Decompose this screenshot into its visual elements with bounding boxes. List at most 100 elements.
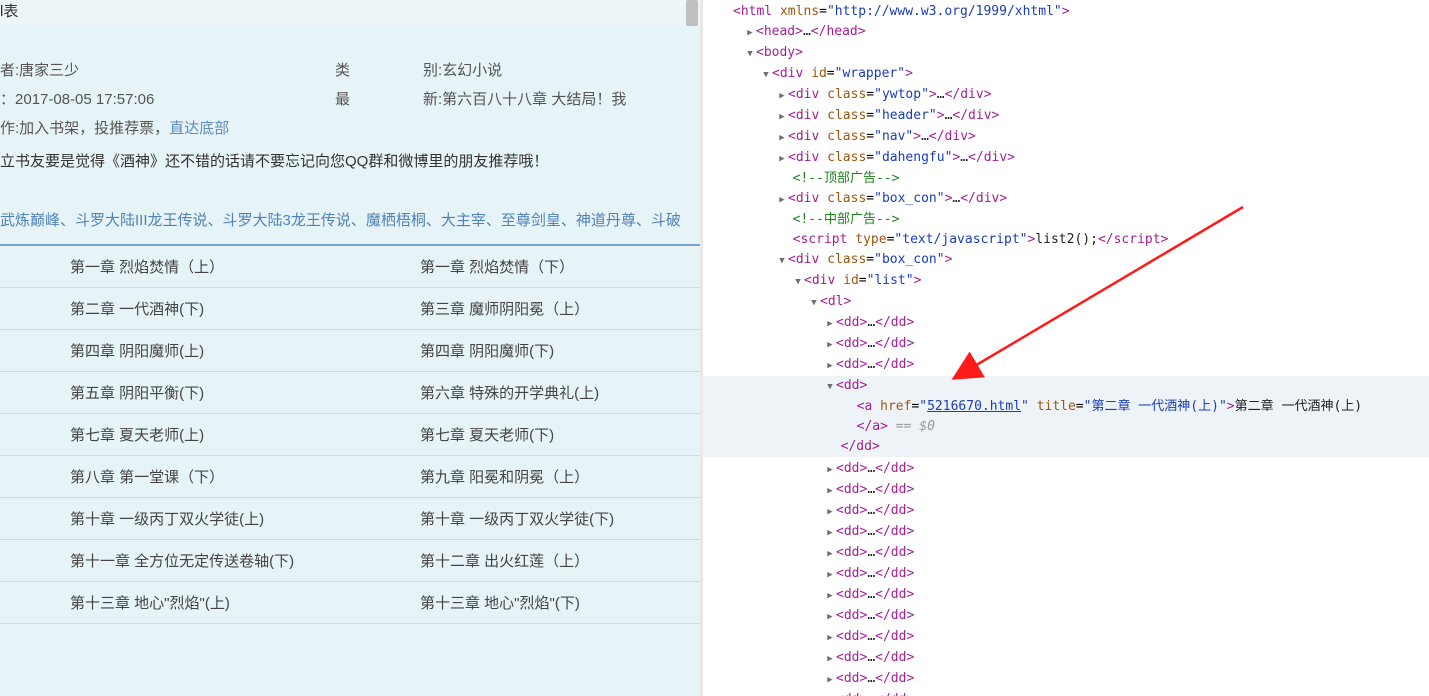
collapse-icon[interactable]: ▼ — [761, 65, 771, 85]
dom-node[interactable]: ▼<div class="box_con"> — [733, 250, 1429, 271]
chapter-link[interactable]: 第九章 阳冕和阴冕（上） — [350, 456, 700, 497]
expand-icon[interactable]: ▶ — [825, 565, 835, 585]
category-label-r: 别: — [423, 62, 442, 79]
dom-node[interactable]: ▶<dd>…</dd> — [733, 313, 1429, 334]
expand-icon[interactable]: ▶ — [825, 649, 835, 669]
chapter-link[interactable]: 第七章 夏天老师(上) — [0, 414, 350, 455]
content-panel: l表 者:唐家三少 类别:玄幻小说 ：2017-08-05 17:57:06 最… — [0, 0, 700, 696]
chapter-row: 第十章 一级丙丁双火学徒(上)第十章 一级丙丁双火学徒(下) — [0, 498, 700, 540]
dom-node[interactable]: ▼<div id="list"> — [733, 271, 1429, 292]
chapter-link[interactable]: 第一章 烈焰焚情（上） — [0, 246, 350, 287]
chapter-row: 第五章 阴阳平衡(下)第六章 特殊的开学典礼(上) — [0, 372, 700, 414]
chapter-link[interactable]: 第四章 阴阳魔师(下) — [350, 330, 700, 371]
expand-icon[interactable]: ▶ — [825, 481, 835, 501]
author-value: 唐家三少 — [19, 62, 79, 79]
expand-icon[interactable]: ▶ — [777, 86, 787, 106]
href-link[interactable]: 5216670.html — [927, 399, 1021, 414]
chapter-link[interactable]: 第四章 阴阳魔师(上) — [0, 330, 350, 371]
expand-icon[interactable]: ▶ — [825, 314, 835, 334]
dom-node[interactable]: ▶<dd>…</dd> — [733, 690, 1429, 696]
expand-icon[interactable]: ▶ — [825, 335, 835, 355]
dom-node[interactable]: ▼<dl> — [733, 292, 1429, 313]
chapter-link[interactable]: 第七章 夏天老师(下) — [350, 414, 700, 455]
dom-node[interactable]: ▶<div class="nav">…</div> — [733, 127, 1429, 148]
author-label: 者: — [0, 62, 19, 79]
collapse-icon[interactable]: ▼ — [777, 251, 787, 271]
expand-icon[interactable]: ▶ — [825, 670, 835, 690]
action-links[interactable]: 加入书架，投推荐票， — [19, 120, 169, 137]
expand-icon[interactable]: ▶ — [825, 586, 835, 606]
dom-node[interactable]: ▶<div class="ywtop">…</div> — [733, 85, 1429, 106]
dom-node[interactable]: ▶<dd>…</dd> — [733, 480, 1429, 501]
chapter-row: 第十一章 全方位无定传送卷轴(下)第十二章 出火红莲（上） — [0, 540, 700, 582]
category-value: 玄幻小说 — [442, 62, 502, 79]
collapse-icon[interactable]: ▼ — [809, 293, 819, 313]
chapter-link[interactable]: 第十三章 地心"烈焰"(上) — [0, 582, 350, 623]
dom-node[interactable]: ▶<dd>…</dd> — [733, 543, 1429, 564]
expand-icon[interactable]: ▶ — [777, 128, 787, 148]
dom-node[interactable]: ▶<dd>…</dd> — [733, 355, 1429, 376]
dom-node[interactable]: <script type="text/javascript">list2();<… — [733, 230, 1429, 250]
dom-node[interactable]: ▶<head>…</head> — [733, 22, 1429, 43]
dom-node[interactable]: ▶<dd>…</dd> — [733, 585, 1429, 606]
chapter-link[interactable]: 第五章 阴阳平衡(下) — [0, 372, 350, 413]
collapse-icon[interactable]: ▼ — [793, 272, 803, 292]
dom-node[interactable]: <html xmlns="http://www.w3.org/1999/xhtm… — [733, 2, 1429, 22]
chapter-link[interactable]: 第十三章 地心"烈焰"(下) — [350, 582, 700, 623]
partial-title: l表 — [0, 0, 700, 25]
dom-node[interactable]: ▼<body> — [733, 43, 1429, 64]
dom-node[interactable]: ▶<dd>…</dd> — [733, 606, 1429, 627]
expand-icon[interactable]: ▶ — [825, 544, 835, 564]
dom-node[interactable]: ▶<dd>…</dd> — [733, 648, 1429, 669]
scrollbar-thumb[interactable] — [686, 0, 698, 26]
dom-node[interactable]: ▶<dd>…</dd> — [733, 627, 1429, 648]
chapter-link[interactable]: 第一章 烈焰焚情（下） — [350, 246, 700, 287]
dom-node[interactable]: ▶<dd>…</dd> — [733, 522, 1429, 543]
expand-icon[interactable]: ▶ — [777, 149, 787, 169]
chapter-link[interactable]: 第十章 一级丙丁双火学徒(上) — [0, 498, 350, 539]
expand-icon[interactable]: ▶ — [825, 502, 835, 522]
expand-icon[interactable]: ▶ — [777, 190, 787, 210]
dom-comment: <!--顶部广告--> — [733, 169, 1429, 189]
time-prefix: ： — [0, 91, 15, 108]
collapse-icon[interactable]: ▼ — [825, 377, 835, 397]
action-goto-bottom[interactable]: 直达底部 — [169, 120, 229, 137]
chapter-link[interactable]: 第二章 一代酒神(下) — [0, 288, 350, 329]
expand-icon[interactable]: ▶ — [825, 691, 835, 696]
expand-icon[interactable]: ▶ — [825, 523, 835, 543]
meta-section: 者:唐家三少 类别:玄幻小说 ：2017-08-05 17:57:06 最新:第… — [0, 25, 700, 142]
dom-node[interactable]: ▶<div class="header">…</div> — [733, 106, 1429, 127]
chapter-link[interactable]: 第十二章 出火红莲（上） — [350, 540, 700, 581]
chapter-link[interactable]: 第三章 魔师阴阳冕（上） — [350, 288, 700, 329]
dom-comment: <!--中部广告--> — [733, 210, 1429, 230]
expand-icon[interactable]: ▶ — [825, 628, 835, 648]
dom-node[interactable]: ▶<div class="box_con">…</div> — [733, 189, 1429, 210]
chapter-row: 第八章 第一堂课（下）第九章 阳冕和阴冕（上） — [0, 456, 700, 498]
dom-node[interactable]: ▶<dd>…</dd> — [733, 334, 1429, 355]
chapter-link[interactable]: 第十章 一级丙丁双火学徒(下) — [350, 498, 700, 539]
chapter-list: 第一章 烈焰焚情（上）第一章 烈焰焚情（下） 第二章 一代酒神(下)第三章 魔师… — [0, 246, 700, 624]
collapse-icon[interactable]: ▼ — [745, 44, 755, 64]
expand-icon[interactable]: ▶ — [745, 23, 755, 43]
related-links[interactable]: 武炼巅峰、斗罗大陆III龙王传说、斗罗大陆3龙王传说、魔栖梧桐、大主宰、至尊剑皇… — [0, 201, 700, 244]
chapter-link[interactable]: 第六章 特殊的开学典礼(上) — [350, 372, 700, 413]
chapter-link[interactable]: 第十一章 全方位无定传送卷轴(下) — [0, 540, 350, 581]
dom-node[interactable]: ▼<div id="wrapper"> — [733, 64, 1429, 85]
selected-dom-node[interactable]: ⋯ ▼<dd> <a href="5216670.html" title="第二… — [703, 376, 1429, 457]
dom-node[interactable]: ▶<dd>…</dd> — [733, 669, 1429, 690]
expand-icon[interactable]: ▶ — [825, 460, 835, 480]
expand-icon[interactable]: ▶ — [825, 607, 835, 627]
update-time: 2017-08-05 17:57:06 — [15, 91, 154, 108]
selection-indicator: == $0 — [896, 419, 935, 434]
chapter-link[interactable]: 第八章 第一堂课（下） — [0, 456, 350, 497]
dom-node[interactable]: ▶<div class="dahengfu">…</div> — [733, 148, 1429, 169]
expand-icon[interactable]: ▶ — [825, 356, 835, 376]
expand-icon[interactable]: ▶ — [777, 107, 787, 127]
dom-node[interactable]: ▶<dd>…</dd> — [733, 564, 1429, 585]
chapter-row: 第二章 一代酒神(下)第三章 魔师阴阳冕（上） — [0, 288, 700, 330]
chapter-row: 第十三章 地心"烈焰"(上)第十三章 地心"烈焰"(下) — [0, 582, 700, 624]
devtools-elements-panel[interactable]: <html xmlns="http://www.w3.org/1999/xhtm… — [703, 0, 1429, 696]
category-label-l: 类 — [335, 59, 423, 80]
dom-node[interactable]: ▶<dd>…</dd> — [733, 459, 1429, 480]
dom-node[interactable]: ▶<dd>…</dd> — [733, 501, 1429, 522]
